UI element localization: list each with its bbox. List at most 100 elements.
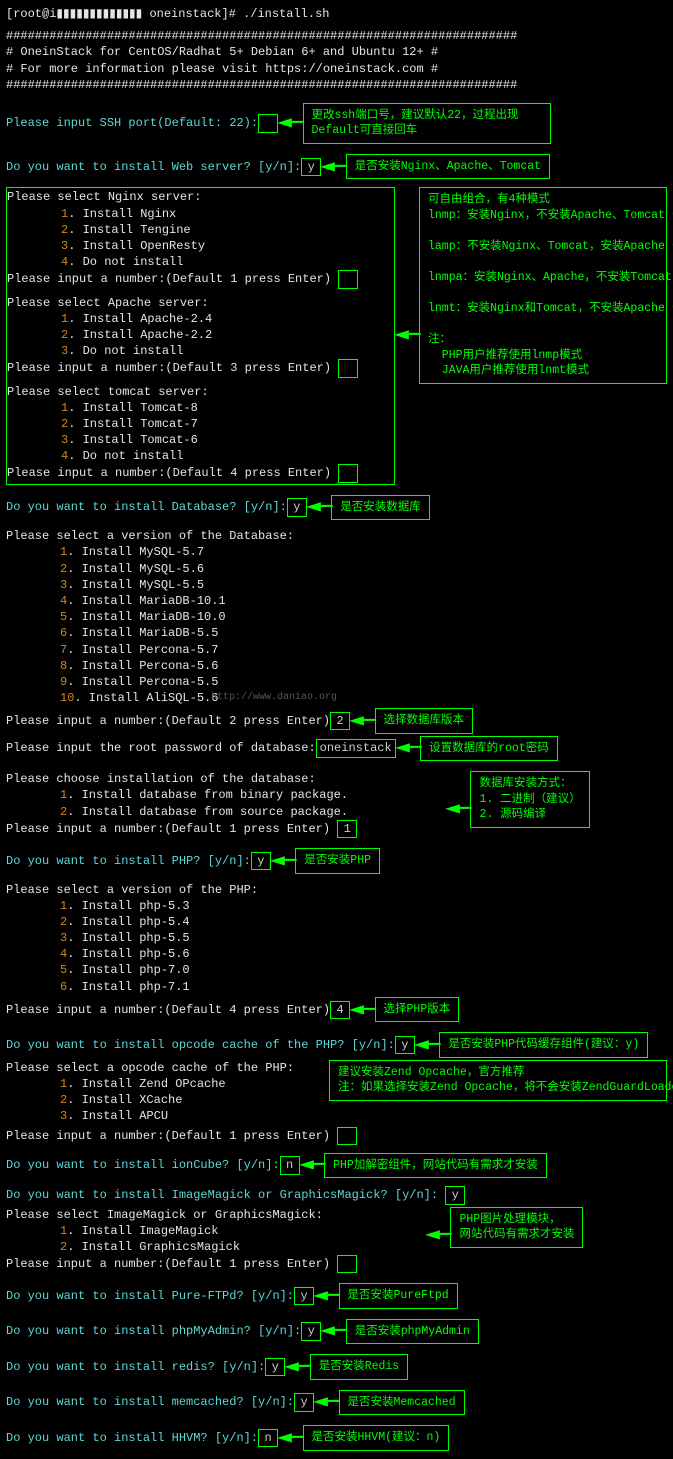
arrow-left-icon: ◀━ <box>425 1227 451 1243</box>
nginx-input[interactable] <box>338 270 358 288</box>
arrow-left-icon: ◀━ <box>313 1394 339 1410</box>
redis-input[interactable]: y <box>265 1358 285 1376</box>
arrow-left-icon: ◀━ <box>306 499 332 515</box>
arrow-left-icon: ◀━ <box>320 1323 346 1339</box>
db-inst-note: 数据库安装方式： 1. 二进制（建议） 2. 源码编译 <box>470 771 589 828</box>
pma-note: 是否安装phpMyAdmin <box>346 1319 479 1345</box>
db-ver-input[interactable]: 2 <box>330 712 350 730</box>
im-sel-input[interactable] <box>337 1255 357 1273</box>
option-text: . Install Zend OPcache <box>67 1077 225 1091</box>
option-item: 4. Install MariaDB-10.1 <box>60 593 667 609</box>
option-item: 2. Install Tengine <box>61 222 390 238</box>
option-item: 5. Install php-7.0 <box>60 962 667 978</box>
option-text: . Install MariaDB-10.1 <box>67 594 225 608</box>
banner-line-2: # For more information please visit http… <box>6 61 667 77</box>
memc-note: 是否安装Memcached <box>339 1390 465 1416</box>
db-note: 是否安装数据库 <box>331 495 430 521</box>
option-text: . Install MySQL-5.7 <box>67 545 204 559</box>
option-item: 2. Install php-5.4 <box>60 914 667 930</box>
apache-title: Please select Apache server: <box>7 295 390 311</box>
webserver-prompt: Do you want to install Web server? [y/n]… <box>6 159 301 175</box>
ssh-port-input[interactable] <box>258 114 278 132</box>
php-ver-note: 选择PHP版本 <box>375 997 460 1023</box>
db-pwd-input[interactable]: oneinstack <box>316 739 396 757</box>
option-item: 1. Install ImageMagick <box>60 1223 426 1239</box>
ioncube-prompt: Do you want to install ionCube? [y/n]: <box>6 1157 280 1173</box>
arrow-left-icon: ◀━ <box>320 159 346 175</box>
im-prompt: Do you want to install ImageMagick or Gr… <box>6 1188 445 1202</box>
arrow-left-icon: ◀━ <box>395 740 421 756</box>
arrow-left-icon: ◀━ <box>270 853 296 869</box>
opcode-input[interactable]: y <box>395 1036 415 1054</box>
option-text: . Install MySQL-5.5 <box>67 578 204 592</box>
option-item: 1. Install Nginx <box>61 206 390 222</box>
pma-input[interactable]: y <box>301 1322 321 1340</box>
memc-input[interactable]: y <box>294 1393 314 1411</box>
option-text: . Install MariaDB-5.5 <box>67 626 218 640</box>
option-item: 2. Install Apache-2.2 <box>61 327 390 343</box>
arrow-left-icon: ◀━ <box>394 327 420 343</box>
option-item: 1. Install Apache-2.4 <box>61 311 390 327</box>
arrow-left-icon: ◀━ <box>414 1037 440 1053</box>
hhvm-input[interactable]: n <box>258 1429 278 1447</box>
banner-border-bottom: ########################################… <box>6 77 667 93</box>
db-ver-input-prompt: Please input a number:(Default 2 press E… <box>6 713 330 729</box>
php-input[interactable]: y <box>251 852 271 870</box>
option-text: . Install GraphicsMagick <box>67 1240 240 1254</box>
webserver-input[interactable]: y <box>301 158 321 176</box>
ssh-port-note: 更改ssh端口号，建议默认22，过程出现Default可直接回车 <box>303 103 551 144</box>
option-item: 8. Install Percona-5.6 <box>60 658 667 674</box>
option-item: 1. Install php-5.3 <box>60 898 667 914</box>
tomcat-input[interactable] <box>338 464 358 482</box>
ftpd-input[interactable]: y <box>294 1287 314 1305</box>
option-text: . Install php-5.4 <box>67 915 189 929</box>
opcode-sel-input[interactable] <box>337 1127 357 1145</box>
redis-prompt: Do you want to install redis? [y/n]: <box>6 1359 265 1375</box>
option-text: . Do not install <box>68 344 183 358</box>
arrow-left-icon: ◀━ <box>349 713 375 729</box>
option-item: 5. Install MariaDB-10.0 <box>60 609 667 625</box>
db-input[interactable]: y <box>287 498 307 516</box>
option-text: . Install OpenResty <box>68 239 205 253</box>
db-ver-title: Please select a version of the Database: <box>6 528 667 544</box>
ssh-port-prompt: Please input SSH port(Default: 22): <box>6 115 258 131</box>
option-item: 9. Install Percona-5.5 <box>60 674 667 690</box>
option-item: 3. Install OpenResty <box>61 238 390 254</box>
db-inst-input-prompt: Please input a number:(Default 1 press E… <box>6 822 337 836</box>
banner-line-1: # OneinStack for CentOS/Radhat 5+ Debian… <box>6 44 667 60</box>
opcode-prompt: Do you want to install opcode cache of t… <box>6 1037 395 1053</box>
arrow-left-icon: ◀━ <box>445 801 471 817</box>
option-text: . Install database from source package. <box>67 805 348 819</box>
hhvm-prompt: Do you want to install HHVM? [y/n]: <box>6 1430 258 1446</box>
option-item: 7. Install Percona-5.7 <box>60 642 667 658</box>
ioncube-note: PHP加解密组件，网站代码有需求才安装 <box>324 1153 547 1179</box>
tomcat-input-prompt: Please input a number:(Default 4 press E… <box>7 466 331 480</box>
php-note: 是否安装PHP <box>295 848 380 874</box>
option-item: 3. Install MySQL-5.5 <box>60 577 667 593</box>
db-ver-note: 选择数据库版本 <box>375 708 474 734</box>
option-item: 6. Install php-7.1 <box>60 979 667 995</box>
option-text: . Install Percona-5.7 <box>67 643 218 657</box>
option-text: . Install database from binary package. <box>67 788 348 802</box>
ioncube-input[interactable]: n <box>280 1156 300 1174</box>
option-text: . Install Apache-2.4 <box>68 312 212 326</box>
option-item: 3. Install APCU <box>60 1108 329 1124</box>
db-inst-title: Please choose installation of the databa… <box>6 771 446 787</box>
ssh-port-row: Please input SSH port(Default: 22): ◀━ 更… <box>6 103 667 144</box>
opcode-sel-note: 建议安装Zend Opcache，官方推荐 注：如果选择安装Zend Opcac… <box>329 1060 667 1101</box>
im-input[interactable]: y <box>445 1186 465 1204</box>
db-inst-input[interactable]: 1 <box>337 820 357 838</box>
option-item: 6. Install MariaDB-5.5 <box>60 625 667 641</box>
option-item: 2. Install GraphicsMagick <box>60 1239 426 1255</box>
arrow-left-icon: ◀━ <box>277 115 303 131</box>
option-text: . Install Percona-5.5 <box>67 675 218 689</box>
option-item: 3. Install php-5.5 <box>60 930 667 946</box>
terminal: [root@i▮▮▮▮▮▮▮▮▮▮▮▮▮ oneinstack]# ./inst… <box>6 6 667 1451</box>
php-ver-input[interactable]: 4 <box>330 1001 350 1019</box>
ftpd-prompt: Do you want to install Pure-FTPd? [y/n]: <box>6 1288 294 1304</box>
apache-input[interactable] <box>338 359 358 377</box>
option-text: . Install Percona-5.6 <box>67 659 218 673</box>
option-item: 2. Install XCache <box>60 1092 329 1108</box>
option-item: 1. Install Zend OPcache <box>60 1076 329 1092</box>
php-ver-title: Please select a version of the PHP: <box>6 882 667 898</box>
